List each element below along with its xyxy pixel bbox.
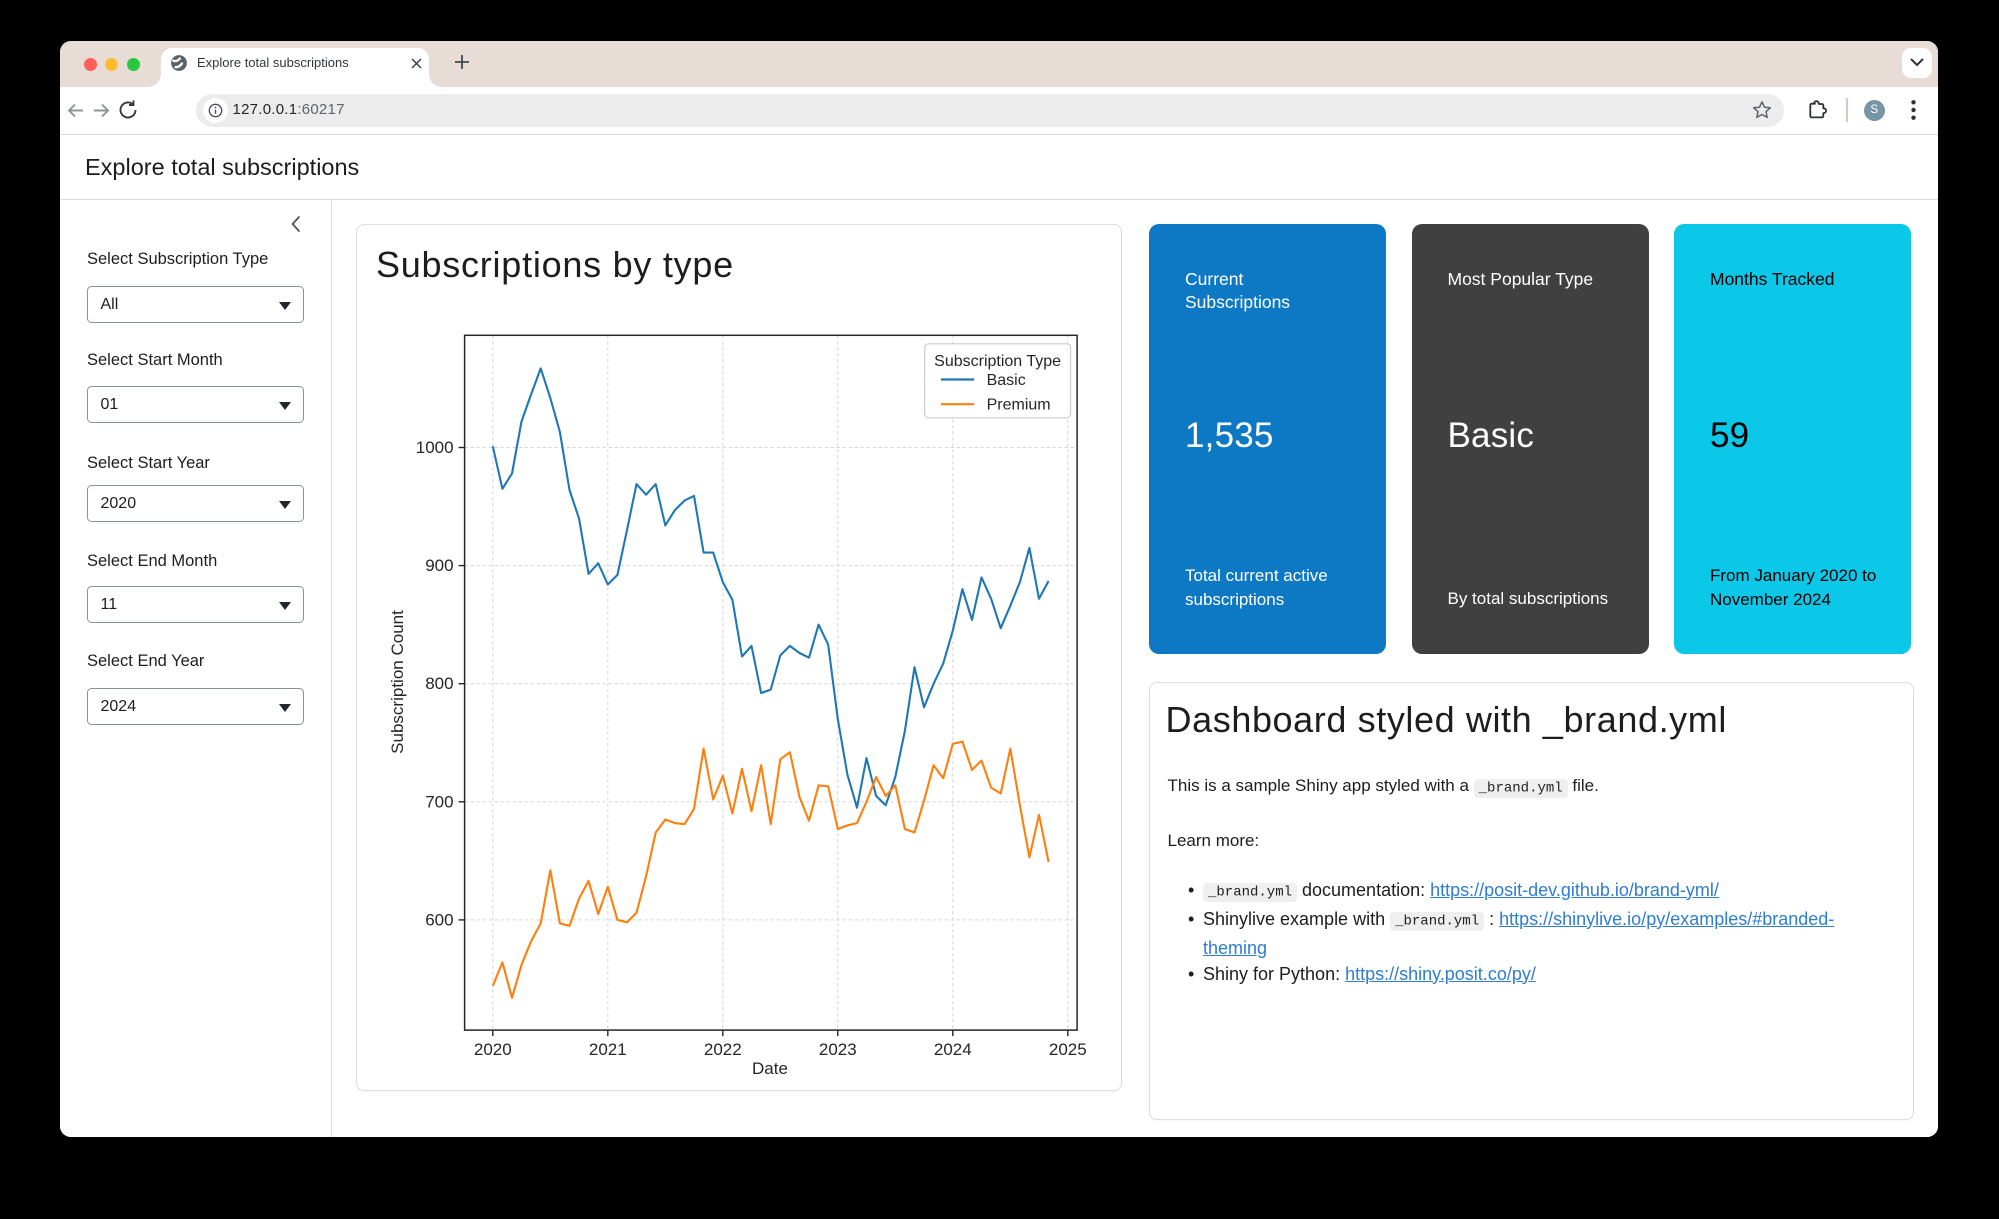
svg-text:2025: 2025 [1049, 1040, 1087, 1059]
svg-text:800: 800 [425, 674, 453, 693]
svg-text:Basic: Basic [987, 372, 1026, 389]
svg-text:Premium: Premium [987, 397, 1051, 414]
svg-text:600: 600 [425, 910, 453, 929]
svg-text:Subscription Count: Subscription Count [388, 610, 407, 754]
svg-text:900: 900 [425, 556, 453, 575]
svg-text:2022: 2022 [704, 1040, 742, 1059]
svg-text:2024: 2024 [934, 1040, 972, 1059]
svg-text:Subscription Type: Subscription Type [934, 353, 1061, 370]
svg-text:Date: Date [752, 1059, 788, 1078]
svg-text:2020: 2020 [474, 1040, 512, 1059]
svg-text:2021: 2021 [589, 1040, 627, 1059]
svg-text:2023: 2023 [819, 1040, 857, 1059]
svg-text:1000: 1000 [416, 438, 454, 457]
svg-text:700: 700 [425, 792, 453, 811]
